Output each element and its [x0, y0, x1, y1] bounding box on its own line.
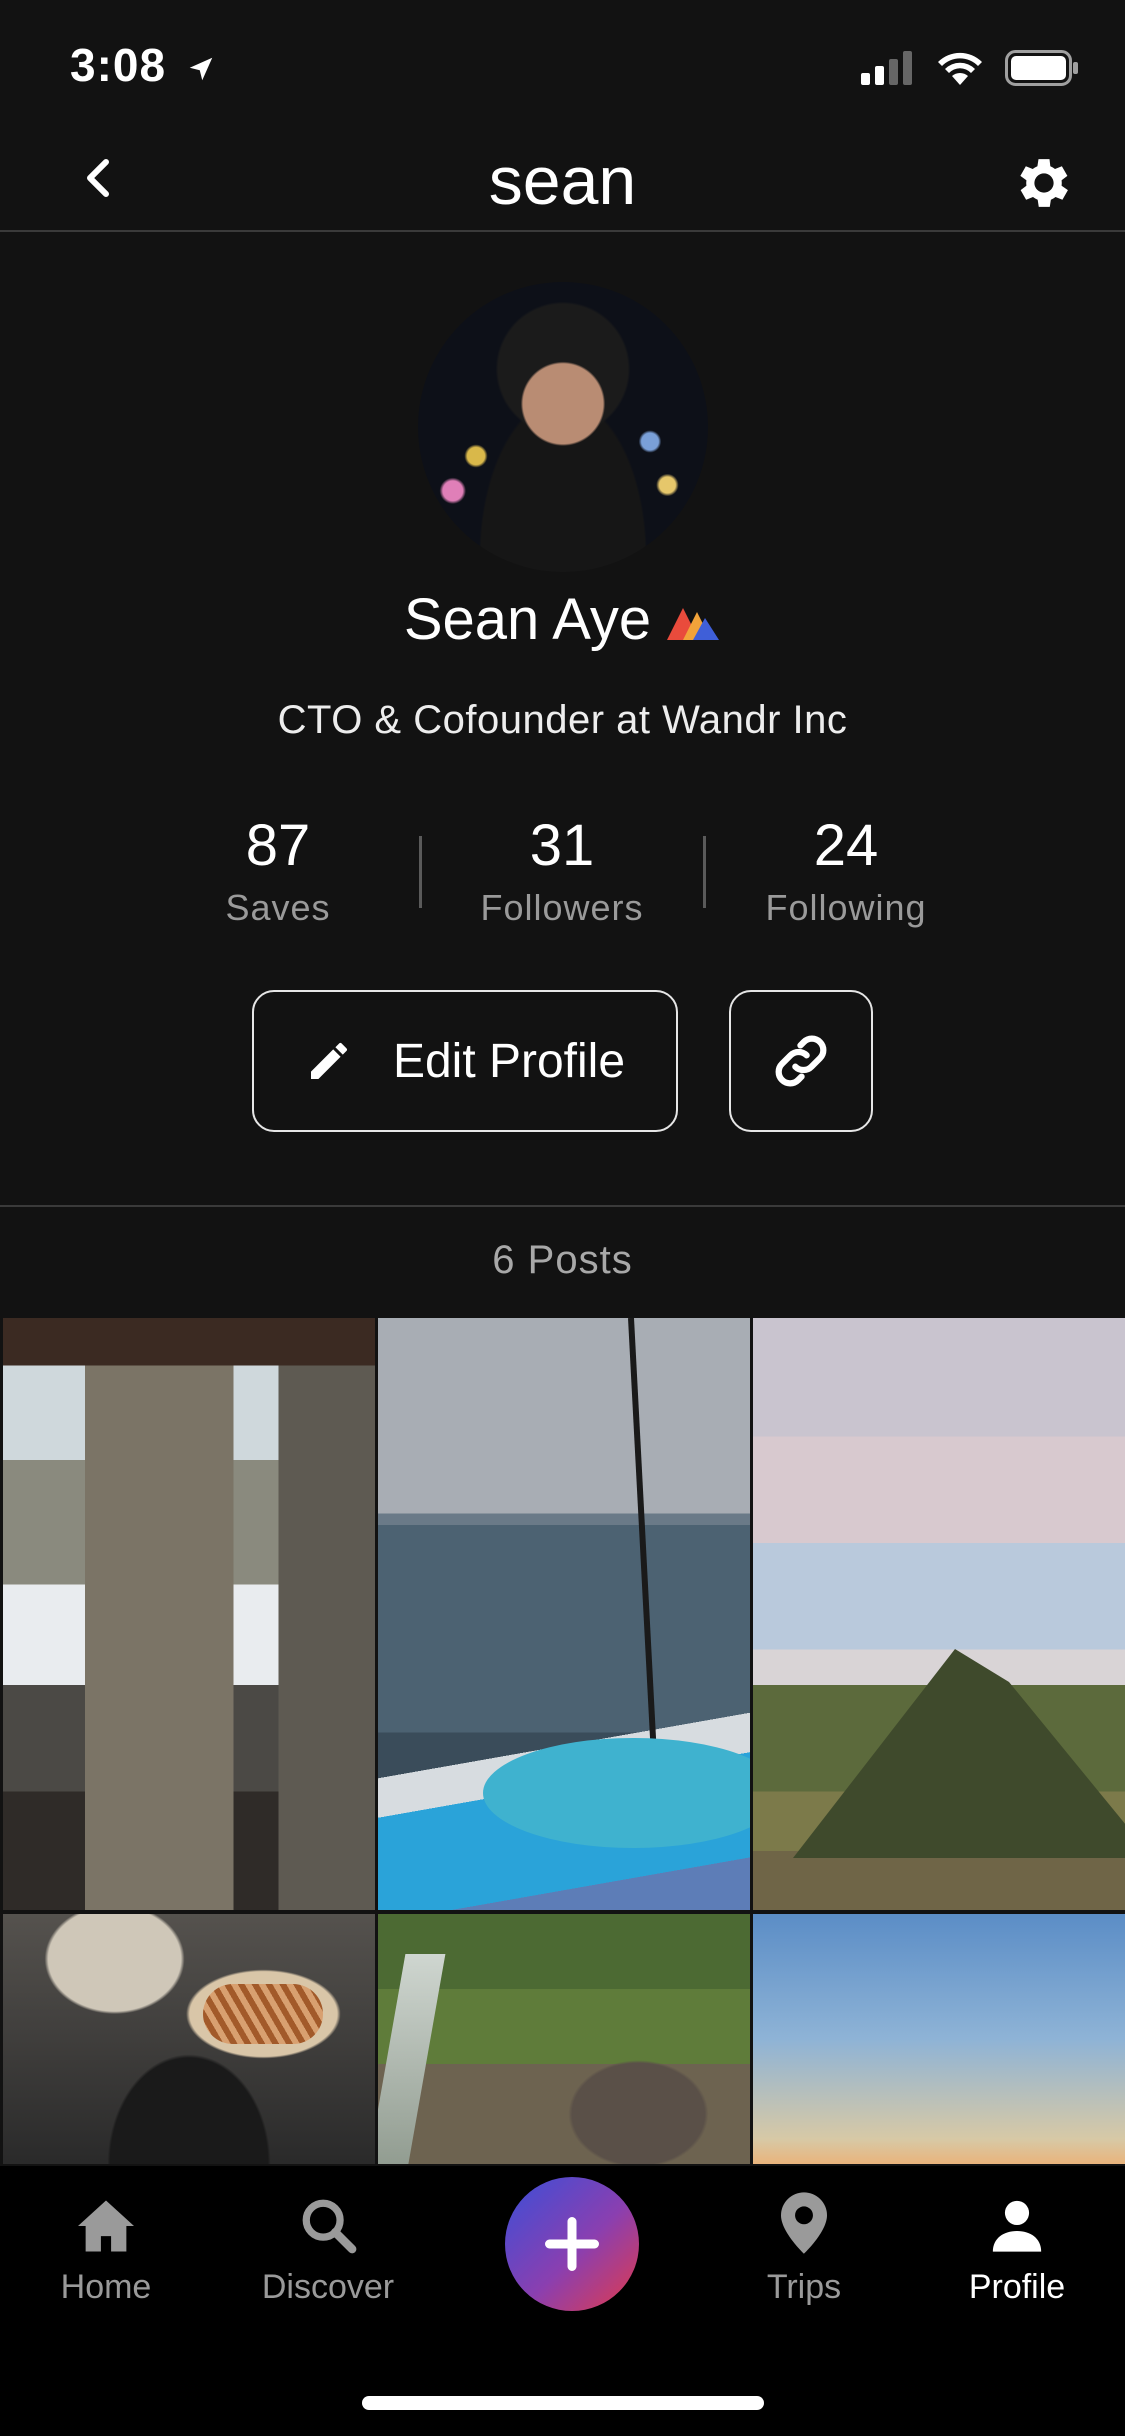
home-icon [78, 2200, 134, 2252]
signal-icon [861, 51, 912, 85]
stat-label: Saves [225, 887, 331, 928]
wifi-icon [938, 52, 982, 85]
post-thumbnail[interactable] [753, 1914, 1125, 2164]
edit-profile-label: Edit Profile [392, 1034, 626, 1088]
stat-saves[interactable]: 87 Saves [148, 812, 408, 929]
tab-label: Home [60, 2268, 152, 2306]
settings-button[interactable] [1011, 150, 1077, 216]
profile-bio: CTO & Cofounder at Wandr Inc [277, 698, 848, 742]
wandr-badge-icon [667, 607, 720, 640]
battery-icon [1005, 50, 1078, 86]
section-divider [0, 1205, 1125, 1207]
status-icons [861, 50, 1079, 86]
tab-discover[interactable]: Discover [228, 2190, 428, 2307]
create-post-button[interactable] [505, 2177, 639, 2311]
stat-divider [703, 836, 706, 908]
person-icon [992, 2200, 1042, 2252]
stat-label: Followers [480, 887, 644, 928]
search-icon [302, 2199, 357, 2254]
gear-icon [1020, 159, 1068, 207]
map-pin-icon [781, 2192, 827, 2254]
post-thumbnail[interactable] [753, 1318, 1125, 1910]
tab-trips[interactable]: Trips [704, 2190, 904, 2307]
post-thumbnail[interactable] [378, 1318, 750, 1910]
page-title: sean [488, 143, 637, 219]
stat-label: Following [765, 887, 927, 928]
tab-label: Profile [968, 2268, 1066, 2306]
post-thumbnail[interactable] [378, 1914, 750, 2164]
stat-following[interactable]: 24 Following [716, 812, 976, 929]
status-time-text: 3:08 [70, 39, 167, 91]
link-icon [775, 1035, 827, 1087]
stat-divider [419, 836, 422, 908]
tab-label: Discover [261, 2268, 395, 2306]
post-thumbnail[interactable] [3, 1914, 375, 2164]
location-arrow-icon [189, 57, 213, 81]
stat-value: 31 [529, 813, 595, 878]
post-thumbnail[interactable] [3, 1318, 375, 1910]
tab-profile[interactable]: Profile [917, 2190, 1117, 2307]
share-link-button[interactable] [729, 990, 873, 1132]
profile-name-row: Sean Aye [0, 586, 1125, 653]
stat-value: 87 [245, 813, 311, 878]
stat-followers[interactable]: 31 Followers [432, 812, 692, 929]
avatar[interactable] [418, 282, 708, 572]
edit-profile-button[interactable]: Edit Profile [252, 990, 678, 1132]
profile-name: Sean Aye [403, 587, 652, 652]
tab-home[interactable]: Home [6, 2190, 206, 2307]
plus-icon [545, 2217, 599, 2271]
home-indicator[interactable] [362, 2396, 764, 2410]
tab-label: Trips [766, 2268, 842, 2306]
stat-value: 24 [813, 813, 879, 878]
posts-count: 6 Posts [492, 1238, 633, 1282]
status-time: 3:08 [70, 38, 216, 92]
pencil-icon [310, 1043, 347, 1079]
